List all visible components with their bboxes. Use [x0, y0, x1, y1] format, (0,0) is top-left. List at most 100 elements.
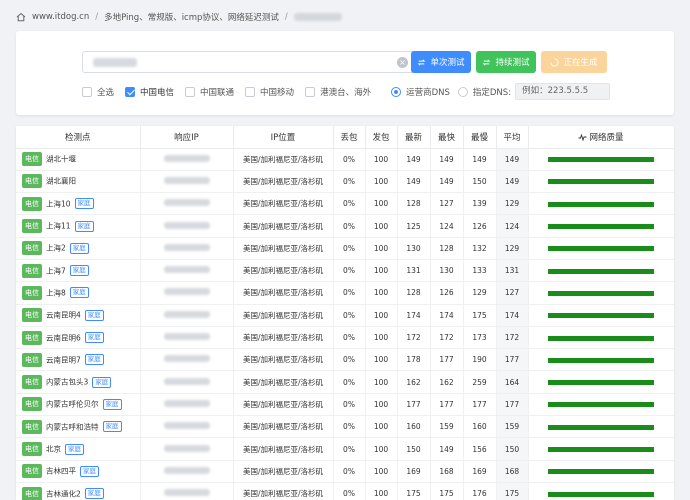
filter-overseas[interactable]: 港澳台、海外	[305, 86, 371, 98]
cell-node: 电信 内蒙古呼和浩特 家庭	[16, 415, 141, 439]
col-header[interactable]: 丢包	[333, 126, 366, 149]
filter-telecom[interactable]: 中国电信	[125, 86, 174, 98]
filter-label: 港澳台、海外	[320, 87, 372, 98]
cell-ip	[140, 437, 234, 461]
checkbox[interactable]	[82, 86, 92, 97]
cell-sent: 100	[365, 393, 398, 417]
checkbox[interactable]	[125, 86, 136, 97]
radio-label: 指定DNS:	[472, 87, 512, 98]
cell-loss: 0%	[333, 460, 366, 483]
table-row[interactable]: 电信 上海10 家庭 美国/加利福尼亚/洛杉矶 0% 100 128 127 139 129	[16, 192, 674, 216]
node-name: 湖北襄阳	[46, 176, 76, 186]
radio-isp-dns[interactable]: 运营商DNS	[391, 86, 450, 98]
cell-latest: 169	[397, 460, 431, 483]
home-tag: 家庭	[74, 198, 94, 210]
cell-avg: 149	[496, 170, 529, 194]
filter-label: 中国移动	[260, 87, 295, 98]
quality-bar	[548, 380, 654, 386]
cell-quality	[528, 415, 674, 439]
col-header[interactable]: 发包	[365, 126, 398, 149]
col-header[interactable]: 平均	[496, 126, 529, 149]
checkbox[interactable]	[305, 86, 316, 97]
filter-all[interactable]: 全选	[82, 86, 114, 98]
cell-sent: 100	[365, 437, 398, 461]
table-row[interactable]: 电信 北京 家庭 美国/加利福尼亚/洛杉矶 0% 100 150 149 156 150	[16, 437, 674, 461]
cell-sent: 100	[365, 460, 398, 483]
table-row[interactable]: 电信 湖北襄阳 美国/加利福尼亚/洛杉矶 0% 100 149 149 150 149	[16, 170, 674, 194]
isp-badge: 电信	[22, 219, 42, 234]
node-name: 上海7	[46, 266, 66, 276]
breadcrumb-section[interactable]: 多地Ping、常规版、icmp协议、网络延迟测试	[104, 11, 279, 23]
single-test-button[interactable]: 单次测试	[411, 51, 471, 73]
table-row[interactable]: 电信 上海11 家庭 美国/加利福尼亚/洛杉矶 0% 100 125 124 126 124	[16, 214, 674, 238]
table-row[interactable]: 电信 云南昆明4 家庭 美国/加利福尼亚/洛杉矶 0% 100 174 174 175 174	[16, 304, 674, 327]
col-header[interactable]: IP位置	[233, 126, 334, 149]
cell-avg: 172	[496, 326, 529, 350]
col-header[interactable]: 响应IP	[140, 126, 234, 149]
table-row[interactable]: 电信 内蒙古包头3 家庭 美国/加利福尼亚/洛杉矶 0% 100 162 162 259 164	[16, 370, 674, 394]
ip-redacted	[163, 176, 210, 184]
cell-ip	[140, 259, 234, 283]
cell-slowest: 126	[463, 214, 497, 238]
ip-redacted	[163, 333, 210, 341]
cell-loss: 0%	[333, 304, 366, 327]
home-tag: 家庭	[102, 421, 122, 433]
target-host-input[interactable]: ×	[82, 51, 415, 73]
col-header[interactable]: 最新	[397, 126, 431, 149]
home-tag: 家庭	[69, 287, 89, 299]
cell-avg: 131	[496, 259, 529, 283]
cell-location: 美国/加利福尼亚/洛杉矶	[233, 370, 334, 394]
ip-redacted	[163, 377, 210, 385]
radio[interactable]	[457, 86, 468, 97]
table-row[interactable]: 电信 吉林四平 家庭 美国/加利福尼亚/洛杉矶 0% 100 169 168 169 168	[16, 460, 674, 483]
table-row[interactable]: 电信 吉林通化2 家庭 美国/加利福尼亚/洛杉矶 0% 100 175 175 176 175	[16, 482, 674, 500]
col-header[interactable]: 最快	[430, 126, 464, 149]
cell-ip	[140, 170, 234, 194]
generating-button[interactable]: 正在生成	[541, 51, 607, 73]
col-header[interactable]: 检测点	[16, 126, 141, 149]
custom-dns-input[interactable]: 例如：223.5.5.5	[515, 83, 611, 100]
cell-fastest: 159	[430, 415, 464, 439]
continuous-test-button[interactable]: 持续测试	[476, 51, 536, 73]
table-row[interactable]: 电信 云南昆明6 家庭 美国/加利福尼亚/洛杉矶 0% 100 172 172 173 172	[16, 326, 674, 350]
refresh-icon	[418, 58, 426, 66]
cell-ip	[140, 370, 234, 394]
quality-bar	[548, 447, 654, 452]
cell-location: 美国/加利福尼亚/洛杉矶	[233, 460, 334, 483]
cell-node: 电信 吉林四平 家庭	[16, 460, 141, 483]
table-row[interactable]: 电信 湖北十堰 美国/加利福尼亚/洛杉矶 0% 100 149 149 149 149	[16, 148, 674, 171]
cell-fastest: 172	[430, 326, 464, 350]
quality-bar	[548, 224, 654, 230]
close-icon[interactable]: ×	[397, 57, 408, 68]
filter-mobile[interactable]: 中国移动	[245, 86, 294, 98]
table-row[interactable]: 电信 云南昆明7 家庭 美国/加利福尼亚/洛杉矶 0% 100 178 177 190 177	[16, 348, 674, 372]
cell-ip	[140, 281, 234, 305]
radio-custom-dns[interactable]: 指定DNS:	[457, 86, 512, 98]
table-row[interactable]: 电信 上海2 家庭 美国/加利福尼亚/洛杉矶 0% 100 130 128 132 129	[16, 237, 674, 260]
node-name: 北京	[46, 444, 61, 454]
radio[interactable]	[391, 86, 402, 97]
home-tag: 家庭	[84, 488, 104, 500]
home-icon[interactable]	[16, 12, 26, 22]
cell-quality	[528, 460, 674, 483]
cell-fastest: 177	[430, 348, 464, 372]
table-row[interactable]: 电信 内蒙古呼和浩特 家庭 美国/加利福尼亚/洛杉矶 0% 100 160 159 160 159	[16, 415, 674, 439]
node-name: 云南昆明7	[46, 355, 81, 365]
isp-badge: 电信	[22, 486, 42, 500]
col-header[interactable]: 最慢	[463, 126, 497, 149]
filter-unicom[interactable]: 中国联通	[185, 86, 234, 98]
home-tag: 家庭	[92, 376, 112, 388]
cell-sent: 100	[365, 148, 398, 171]
ip-redacted	[163, 310, 210, 318]
checkbox[interactable]	[185, 86, 196, 97]
cell-avg: 159	[496, 415, 529, 439]
generating-label: 正在生成	[563, 58, 598, 68]
col-header-quality[interactable]: 网络质量	[528, 126, 674, 149]
table-row[interactable]: 电信 上海8 家庭 美国/加利福尼亚/洛杉矶 0% 100 128 126 129 127	[16, 281, 674, 305]
checkbox[interactable]	[245, 86, 256, 97]
table-row[interactable]: 电信 内蒙古呼伦贝尔 家庭 美国/加利福尼亚/洛杉矶 0% 100 177 177 177 177	[16, 393, 674, 417]
table-row[interactable]: 电信 上海7 家庭 美国/加利福尼亚/洛杉矶 0% 100 131 130 133 131	[16, 259, 674, 283]
cell-node: 电信 上海10 家庭	[16, 192, 141, 216]
breadcrumb-site[interactable]: www.itdog.cn	[32, 12, 89, 22]
home-tag: 家庭	[84, 332, 104, 344]
